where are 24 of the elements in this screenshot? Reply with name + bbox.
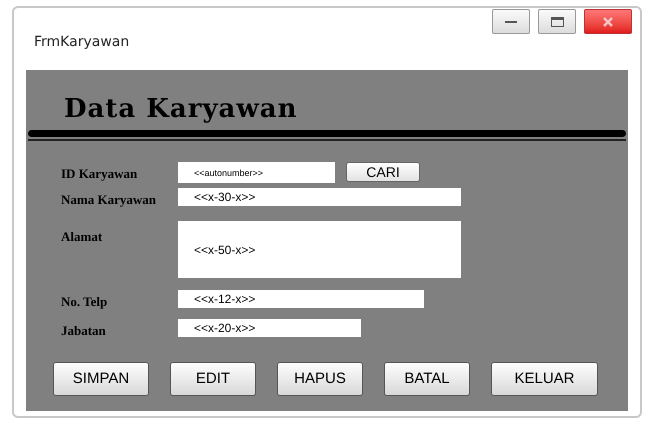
action-button[interactable]: HAPUS [277,362,363,396]
close-button[interactable] [584,9,632,34]
field-label: Alamat [60,228,104,246]
action-button[interactable]: EDIT [170,362,256,396]
action-button[interactable]: KELUAR [491,362,598,396]
field-label: Jabatan [60,322,107,340]
search-button[interactable]: CARI [346,162,420,182]
maximize-button[interactable] [538,9,576,34]
field-label: No. Telp [60,293,108,311]
input-field[interactable]: <<x-20-x>> [178,318,361,336]
input-field[interactable]: <<x-50-x>> [178,221,461,278]
form-heading: Data Karyawan [64,93,299,125]
minimize-icon [505,20,517,22]
action-button[interactable]: BATAL [384,362,470,396]
minimize-button[interactable] [492,9,530,34]
input-field[interactable]: <<x-30-x>> [178,188,461,206]
input-field[interactable]: <<autonumber>> [178,162,335,183]
close-icon [603,16,613,26]
maximize-icon [550,16,564,26]
action-button[interactable]: SIMPAN [53,362,149,396]
field-label: Nama Karyawan [60,190,157,209]
field-label: ID Karyawan [60,165,138,183]
window-title: FrmKaryawan [34,33,130,52]
input-field[interactable]: <<x-12-x>> [178,290,424,308]
